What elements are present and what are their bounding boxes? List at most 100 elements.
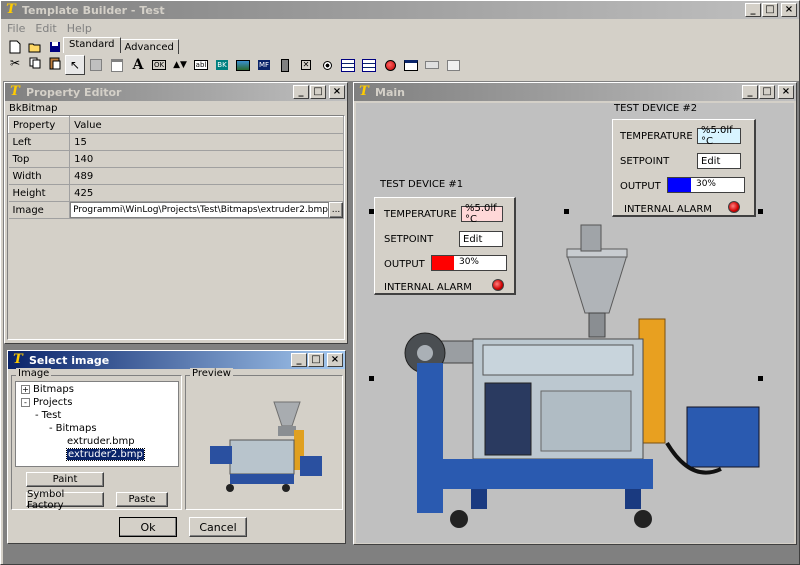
select-image-logo-icon: T [13, 352, 23, 367]
close-button[interactable]: × [781, 3, 797, 17]
main-minimize-button[interactable]: _ [742, 85, 758, 99]
tree-expander[interactable]: - [35, 410, 39, 421]
selection-handle[interactable] [564, 209, 569, 214]
browse-button[interactable]: ... [329, 202, 343, 218]
main-logo-icon: T [359, 84, 369, 99]
menu-edit[interactable]: Edit [35, 22, 56, 35]
property-value[interactable]: 15 [69, 133, 344, 151]
table-row[interactable]: Width 489 [8, 167, 344, 185]
tree-node[interactable]: extruder.bmp [19, 435, 175, 448]
property-editor-close-button[interactable]: × [329, 85, 345, 99]
device1-output-label: OUTPUT [384, 259, 425, 270]
selection-handle[interactable] [758, 209, 763, 214]
image-tree: + Bitmaps - Projects - Test - Bitmaps extrud… [15, 381, 179, 467]
tree-expander[interactable]: - [21, 398, 30, 407]
maximize-button[interactable]: □ [762, 3, 778, 17]
tree-expander[interactable]: + [21, 385, 30, 394]
property-editor-title: Property Editor [26, 85, 122, 99]
device2-temperature-label: TEMPERATURE [620, 131, 693, 142]
symbol-factory-button[interactable]: Symbol Factory [26, 489, 104, 511]
combo-tool-icon[interactable] [359, 55, 379, 75]
property-name: Width [8, 167, 71, 185]
image-groupbox: Image + Bitmaps - Projects - Test - Bitmaps … [11, 368, 182, 511]
device2-alarm-label: INTERNAL ALARM [624, 204, 712, 215]
image-path-input[interactable]: Programmi\WinLog\Projects\Test\Bitmaps\e… [70, 202, 329, 218]
tree-node[interactable]: - Projects [19, 396, 175, 409]
property-editor-minimize-button[interactable]: _ [293, 85, 309, 99]
property-name: Left [8, 133, 71, 151]
checkbox-tool-icon[interactable]: ✕ [296, 55, 316, 75]
pointer-tool-icon[interactable]: ↖ [65, 55, 85, 75]
tree-node[interactable]: - Test [19, 409, 175, 422]
property-value[interactable]: 140 [69, 150, 344, 168]
tree-node[interactable]: + Bitmaps [19, 383, 175, 396]
table-row[interactable]: Image Programmi\WinLog\Projects\Test\Bit… [8, 201, 344, 219]
alarm-tool-icon[interactable] [380, 55, 400, 75]
text-tool-icon[interactable]: A [128, 55, 148, 75]
selection-handle[interactable] [369, 376, 374, 381]
bk-tool-icon[interactable]: BK [212, 55, 232, 75]
app-titlebar: T Template Builder - Test _ □ × [1, 1, 799, 19]
rectangle-tool-icon[interactable] [86, 55, 106, 75]
radio-tool-icon[interactable] [317, 55, 337, 75]
property-editor-maximize-button[interactable]: □ [310, 85, 326, 99]
select-image-minimize-button[interactable]: _ [291, 353, 307, 367]
window-tool-icon[interactable] [401, 55, 421, 75]
minimize-button[interactable]: _ [745, 3, 761, 17]
mf-tool-icon[interactable]: MF [254, 55, 274, 75]
copy-icon[interactable] [25, 53, 45, 73]
main-titlebar: T Main _ □ × [354, 83, 796, 101]
property-value[interactable]: 489 [69, 167, 344, 185]
table-row[interactable]: Top 140 [8, 150, 344, 168]
column-header-property[interactable]: Property [7, 116, 71, 134]
list-tool-icon[interactable] [338, 55, 358, 75]
spin-tool-icon[interactable]: ▲▼ [170, 55, 190, 75]
cut-icon[interactable]: ✂ [5, 53, 25, 73]
menu-file[interactable]: File [7, 22, 25, 35]
property-name: Top [8, 150, 71, 168]
image-group-label: Image [16, 368, 52, 379]
property-value-cell: Programmi\WinLog\Projects\Test\Bitmaps\e… [69, 201, 344, 219]
property-table: Property Value Left 15 Top 140 Width 489… [7, 116, 344, 219]
main-close-button[interactable]: × [778, 85, 794, 99]
device1-panel[interactable]: TEMPERATURE %5.0lf °C SETPOINT Edit OUTP… [374, 197, 516, 295]
selection-handle[interactable] [758, 376, 763, 381]
main-title: Main [375, 85, 405, 99]
panel-tool-icon[interactable] [107, 55, 127, 75]
device1-setpoint-input[interactable]: Edit [459, 231, 503, 247]
select-image-close-button[interactable]: × [327, 353, 343, 367]
device1-output-value: 30% [458, 257, 479, 267]
property-value[interactable]: 425 [69, 184, 344, 202]
bitmap-tool-icon[interactable] [233, 55, 253, 75]
device2-panel[interactable]: TEMPERATURE %5.0lf °C SETPOINT Edit OUTP… [612, 119, 756, 217]
device2-setpoint-input[interactable]: Edit [697, 153, 741, 169]
column-header-value[interactable]: Value [69, 116, 344, 134]
scrollbar-tool-icon[interactable] [422, 55, 442, 75]
tree-node-selected[interactable]: extruder2.bmp [19, 448, 175, 461]
tree-node[interactable]: - Bitmaps [19, 422, 175, 435]
select-image-maximize-button[interactable]: □ [308, 353, 324, 367]
table-row[interactable]: Height 425 [8, 184, 344, 202]
frame-tool-icon[interactable] [443, 55, 463, 75]
device1-alarm-led-icon [492, 279, 504, 291]
table-row[interactable]: Left 15 [8, 133, 344, 151]
property-grid: Property Value Left 15 Top 140 Width 489… [7, 115, 345, 340]
paste-icon[interactable] [45, 53, 65, 73]
menu-help[interactable]: Help [67, 22, 92, 35]
ok-button[interactable]: Ok [119, 517, 177, 537]
tab-advanced[interactable]: Advanced [120, 39, 179, 54]
menu-bar: File Edit Help [1, 19, 799, 37]
edit-tool-icon[interactable]: abl [191, 55, 211, 75]
main-maximize-button[interactable]: □ [759, 85, 775, 99]
cancel-button[interactable]: Cancel [189, 517, 247, 537]
device2-alarm-led-icon [728, 201, 740, 213]
meter-tool-icon[interactable] [275, 55, 295, 75]
app-title: Template Builder - Test [22, 3, 165, 17]
property-header-row: Property Value [7, 116, 344, 134]
paste-button[interactable]: Paste [116, 492, 168, 507]
tab-standard[interactable]: Standard [63, 37, 121, 53]
paint-button[interactable]: Paint [26, 472, 104, 487]
property-object-name: BkBitmap [9, 103, 58, 114]
button-tool-icon[interactable]: OK [149, 55, 169, 75]
tree-expander[interactable]: - [49, 423, 53, 434]
